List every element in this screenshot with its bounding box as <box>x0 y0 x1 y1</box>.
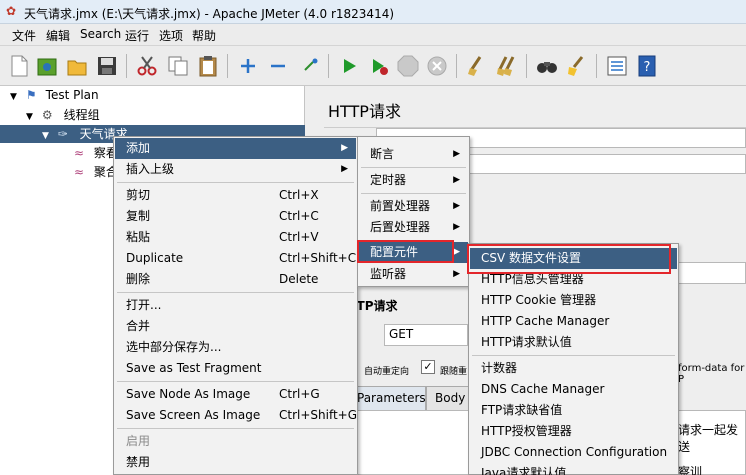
flask-icon: ⚑ <box>25 88 37 102</box>
paste-icon[interactable] <box>195 53 221 79</box>
templates-icon[interactable] <box>34 53 60 79</box>
submenu-arrow-icon: ▶ <box>453 201 460 211</box>
bottom-text: 察训 <box>678 465 703 475</box>
panel-title: HTTP请求 <box>328 102 401 121</box>
menu-item-enable: 启用 <box>126 434 151 448</box>
menu-item-paste[interactable]: 粘贴 Ctrl+V <box>115 227 356 248</box>
redirect-label: 自动重定向 <box>364 367 410 377</box>
tree-node-test-plan[interactable]: ▼ ⚑ Test Plan <box>10 86 99 104</box>
expand-arrow-icon[interactable]: ▼ <box>42 127 54 145</box>
send-params-header: 请求一起发送 <box>678 423 739 454</box>
submenu-arrow-icon: ▶ <box>453 149 460 159</box>
submenu-item-preprocessor[interactable]: 前置处理器 ▶ <box>359 196 468 217</box>
annotation-highlight-config-element <box>357 240 454 263</box>
svg-text:?: ? <box>644 60 651 75</box>
tab-parameters[interactable]: Parameters <box>350 386 426 410</box>
submenu-item-dns-cache[interactable]: DNS Cache Manager <box>470 379 677 400</box>
menu-item-merge[interactable]: 合并 <box>115 316 356 337</box>
menu-item-save-selection[interactable]: 选中部分保存为... <box>115 337 356 358</box>
submenu-item-cache-manager[interactable]: HTTP Cache Manager <box>470 311 677 332</box>
menu-help[interactable]: 帮助 <box>192 27 216 44</box>
submenu-item-timer[interactable]: 定时器 ▶ <box>359 170 468 191</box>
submenu-item-postprocessor[interactable]: 后置处理器 ▶ <box>359 217 468 238</box>
help-icon[interactable]: ? <box>634 53 660 79</box>
gear-icon: ⚙ <box>41 108 53 122</box>
menu-options[interactable]: 选项 <box>159 27 183 44</box>
submenu-item-jdbc-connection[interactable]: JDBC Connection Configuration <box>470 442 677 463</box>
reset-search-icon[interactable] <box>564 53 590 79</box>
menu-item-duplicate[interactable]: Duplicate Ctrl+Shift+C <box>115 248 356 269</box>
menu-item-cut[interactable]: 剪切 Ctrl+X <box>115 185 356 206</box>
submenu-item-request-defaults[interactable]: HTTP请求默认值 <box>470 332 677 353</box>
expand-icon[interactable] <box>235 53 261 79</box>
new-icon[interactable] <box>6 53 32 79</box>
menu-item-open[interactable]: 打开... <box>115 295 356 316</box>
open-icon[interactable] <box>64 53 90 79</box>
start-icon[interactable] <box>336 53 362 79</box>
menu-item-save-fragment[interactable]: Save as Test Fragment <box>115 358 356 379</box>
toolbar: ? <box>0 46 746 86</box>
window-title: 天气请求.jmx (E:\天气请求.jmx) - Apache JMeter (… <box>24 7 395 21</box>
tree-node-listener-aggregate[interactable]: ≈ 聚合 <box>74 163 118 181</box>
config-element-submenu: CSV 数据文件设置 HTTP信息头管理器 HTTP Cookie 管理器 HT… <box>468 243 679 475</box>
copy-icon[interactable] <box>165 53 191 79</box>
collapse-icon[interactable] <box>265 53 291 79</box>
search-icon[interactable] <box>534 53 560 79</box>
save-icon[interactable] <box>94 53 120 79</box>
submenu-arrow-icon: ▶ <box>453 222 460 232</box>
submenu-arrow-icon: ▶ <box>341 164 348 174</box>
menu-item-disable[interactable]: 禁用 <box>115 452 356 473</box>
submenu-item-counter[interactable]: 计数器 <box>470 358 677 379</box>
chart-icon: ≈ <box>74 165 85 179</box>
toggle-icon[interactable] <box>298 53 324 79</box>
menu-file[interactable]: 文件 <box>12 27 36 44</box>
shutdown-icon[interactable] <box>424 53 450 79</box>
submenu-item-listener[interactable]: 监听器 ▶ <box>359 264 468 285</box>
start-no-pause-icon[interactable] <box>366 53 392 79</box>
jmeter-feather-icon: ✿ <box>6 4 17 18</box>
context-menu: 添加 ▶ 插入上级 ▶ 剪切 Ctrl+X 复制 Ctrl+C 粘贴 Ctrl+V Dup… <box>113 136 358 475</box>
submenu-arrow-icon: ▶ <box>453 269 460 279</box>
expand-arrow-icon[interactable]: ▼ <box>26 108 38 126</box>
submenu-item-cookie-manager[interactable]: HTTP Cookie 管理器 <box>470 290 677 311</box>
submenu-arrow-icon: ▶ <box>341 143 348 153</box>
submenu-arrow-icon: ▶ <box>453 247 460 257</box>
submenu-item-java-defaults[interactable]: Java请求默认值 <box>470 463 677 475</box>
title-bar: ✿ 天气请求.jmx (E:\天气请求.jmx) - Apache JMeter… <box>0 0 746 24</box>
submenu-item-auth-manager[interactable]: HTTP授权管理器 <box>470 421 677 442</box>
function-helper-icon[interactable] <box>604 53 630 79</box>
menu-search[interactable]: Search <box>80 27 121 41</box>
clear-all-icon[interactable] <box>494 53 520 79</box>
tree-node-thread-group[interactable]: ▼ ⚙ 线程组 <box>26 106 100 124</box>
menu-bar: 文件 编辑 Search 运行 选项 帮助 <box>0 24 746 46</box>
add-submenu: 断言 ▶ 定时器 ▶ 前置处理器 ▶ 后置处理器 ▶ 配置元件 ▶ 监听器 ▶ <box>357 136 470 287</box>
menu-item-save-screen-image[interactable]: Save Screen As Image Ctrl+Shift+G <box>115 405 357 426</box>
submenu-item-ftp-defaults[interactable]: FTP请求缺省值 <box>470 400 677 421</box>
annotation-highlight-csv <box>467 244 671 274</box>
menu-item-insert-parent[interactable]: 插入上级 ▶ <box>115 159 356 180</box>
cut-icon[interactable] <box>134 53 160 79</box>
tree-node-listener-view[interactable]: ≈ 察看 <box>74 144 118 162</box>
follow-redirects-checkbox[interactable]: ✓ <box>421 360 435 374</box>
menu-item-save-node-image[interactable]: Save Node As Image Ctrl+G <box>115 384 356 405</box>
menu-item-add[interactable]: 添加 ▶ <box>115 138 356 159</box>
submenu-item-assertion[interactable]: 断言 ▶ <box>359 144 468 165</box>
expand-arrow-icon[interactable]: ▼ <box>10 88 22 106</box>
submenu-arrow-icon: ▶ <box>453 175 460 185</box>
tab-body-data[interactable]: Body D <box>426 386 474 427</box>
menu-run[interactable]: 运行 <box>125 27 149 44</box>
menu-edit[interactable]: 编辑 <box>46 27 70 44</box>
multipart-label: form-data for P <box>678 363 745 385</box>
pipette-icon: ✑ <box>57 127 68 141</box>
method-select[interactable]: GET <box>384 324 468 346</box>
stop-icon[interactable] <box>395 53 421 79</box>
menu-item-copy[interactable]: 复制 Ctrl+C <box>115 206 356 227</box>
menu-item-delete[interactable]: 删除 Delete <box>115 269 356 290</box>
chart-icon: ≈ <box>74 146 85 160</box>
follow-label: 跟随重 <box>440 367 468 377</box>
clear-icon[interactable] <box>464 53 490 79</box>
